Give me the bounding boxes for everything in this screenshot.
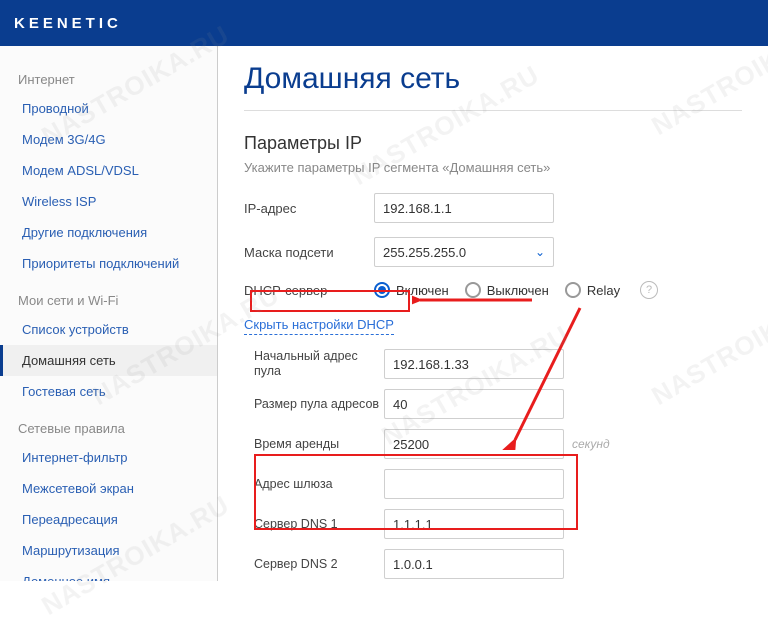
sidebar-group-title: Сетевые правила: [0, 407, 217, 442]
ip-input[interactable]: [374, 193, 554, 223]
brand-logo: KEENETIC: [14, 15, 122, 32]
main-content: Домашняя сеть Параметры IP Укажите парам…: [218, 46, 768, 581]
sidebar-item[interactable]: Список устройств: [0, 314, 217, 345]
row-dhcp-mode: DHCP-сервер Включен Выключен Relay ?: [244, 281, 742, 299]
mask-select[interactable]: 255.255.255.0 ⌄: [374, 237, 554, 267]
section-subtitle: Укажите параметры IP сегмента «Домашняя …: [244, 160, 742, 175]
sidebar-item[interactable]: Маршрутизация: [0, 535, 217, 566]
row-ip: IP-адрес: [244, 193, 742, 223]
radio-label: Включен: [396, 283, 449, 298]
dhcp-label: DHCP-сервер: [244, 283, 374, 298]
sidebar-item[interactable]: Межсетевой экран: [0, 473, 217, 504]
lease-unit: секунд: [572, 437, 610, 451]
radio-icon: [374, 282, 390, 298]
topbar: KEENETIC: [0, 0, 768, 46]
row-pool-start: Начальный адрес пула: [254, 349, 742, 379]
dhcp-settings-block: Начальный адрес пула Размер пула адресов…: [244, 349, 742, 579]
sidebar-item[interactable]: Переадресация: [0, 504, 217, 535]
sidebar-item[interactable]: Доменное имя: [0, 566, 217, 581]
toggle-dhcp-settings-link[interactable]: Скрыть настройки DHCP: [244, 317, 394, 335]
sidebar-item[interactable]: Модем 3G/4G: [0, 124, 217, 155]
sidebar-item[interactable]: Гостевая сеть: [0, 376, 217, 407]
sidebar-item[interactable]: Другие подключения: [0, 217, 217, 248]
chevron-down-icon: ⌄: [535, 245, 545, 259]
radio-dhcp-relay[interactable]: Relay: [565, 282, 620, 298]
gateway-input[interactable]: [384, 469, 564, 499]
row-lease: Время аренды секунд: [254, 429, 742, 459]
row-mask: Маска подсети 255.255.255.0 ⌄: [244, 237, 742, 267]
row-dns2: Сервер DNS 2: [254, 549, 742, 579]
pool-size-input[interactable]: [384, 389, 564, 419]
section-title: Параметры IP: [244, 133, 742, 154]
radio-label: Relay: [587, 283, 620, 298]
lease-input[interactable]: [384, 429, 564, 459]
dhcp-radio-group: Включен Выключен Relay ?: [374, 281, 658, 299]
dns1-label: Сервер DNS 1: [254, 517, 384, 532]
radio-icon: [465, 282, 481, 298]
sidebar: ИнтернетПроводнойМодем 3G/4GМодем ADSL/V…: [0, 46, 218, 581]
pool-start-label: Начальный адрес пула: [254, 349, 384, 379]
page-title: Домашняя сеть: [244, 62, 742, 111]
dns2-input[interactable]: [384, 549, 564, 579]
row-gateway: Адрес шлюза: [254, 469, 742, 499]
help-icon[interactable]: ?: [640, 281, 658, 299]
pool-size-label: Размер пула адресов: [254, 397, 384, 412]
sidebar-group-title: Интернет: [0, 58, 217, 93]
sidebar-item[interactable]: Домашняя сеть: [0, 345, 217, 376]
sidebar-item[interactable]: Интернет-фильтр: [0, 442, 217, 473]
mask-value: 255.255.255.0: [383, 245, 466, 260]
row-dns1: Сервер DNS 1: [254, 509, 742, 539]
row-pool-size: Размер пула адресов: [254, 389, 742, 419]
radio-dhcp-on[interactable]: Включен: [374, 282, 449, 298]
dns2-label: Сервер DNS 2: [254, 557, 384, 572]
lease-label: Время аренды: [254, 437, 384, 452]
ip-label: IP-адрес: [244, 201, 374, 216]
radio-icon: [565, 282, 581, 298]
sidebar-group-title: Мои сети и Wi-Fi: [0, 279, 217, 314]
sidebar-item[interactable]: Приоритеты подключений: [0, 248, 217, 279]
pool-start-input[interactable]: [384, 349, 564, 379]
gateway-label: Адрес шлюза: [254, 477, 384, 492]
sidebar-item[interactable]: Проводной: [0, 93, 217, 124]
sidebar-item[interactable]: Модем ADSL/VDSL: [0, 155, 217, 186]
dns1-input[interactable]: [384, 509, 564, 539]
sidebar-item[interactable]: Wireless ISP: [0, 186, 217, 217]
layout: ИнтернетПроводнойМодем 3G/4GМодем ADSL/V…: [0, 46, 768, 581]
radio-dhcp-off[interactable]: Выключен: [465, 282, 549, 298]
radio-label: Выключен: [487, 283, 549, 298]
mask-label: Маска подсети: [244, 245, 374, 260]
